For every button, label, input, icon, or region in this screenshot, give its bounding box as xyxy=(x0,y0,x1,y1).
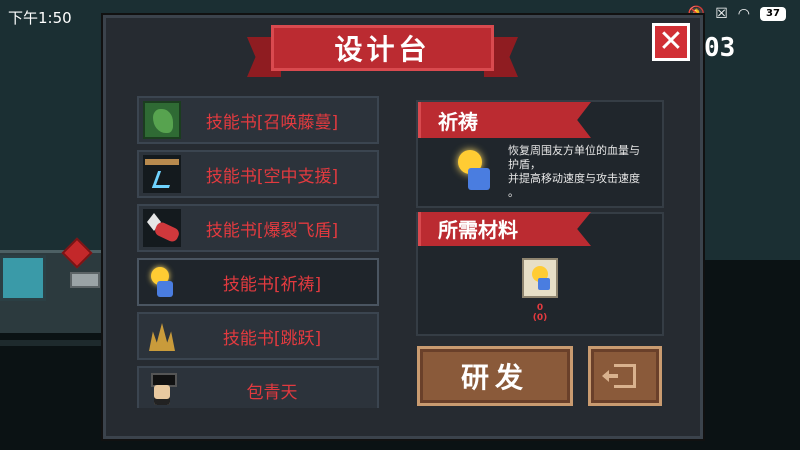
skill-scroll-icon[interactable] xyxy=(522,258,558,298)
title-ribbon: 设计台 xyxy=(247,23,518,77)
flying-shield-icon xyxy=(143,209,181,247)
develop-button[interactable]: 研发 xyxy=(417,346,573,406)
bao-qingtian-icon xyxy=(143,371,181,408)
status-time: 下午1:50 xyxy=(8,9,72,27)
wifi-icon: ◠ xyxy=(737,6,750,22)
background-floor xyxy=(0,340,105,346)
prayer-icon xyxy=(452,148,496,192)
battery-icon: 37 xyxy=(760,7,786,21)
recipe-label: 技能书[祈祷] xyxy=(222,274,322,295)
exit-button[interactable] xyxy=(588,346,662,406)
recipe-label: 技能书[跳跃] xyxy=(222,328,322,349)
close-button[interactable]: ✕ xyxy=(652,23,690,61)
list-item-selected[interactable]: 技能书[祈祷] xyxy=(137,258,379,306)
air-support-icon xyxy=(143,155,181,193)
skill-description: 恢复周围友方单位的血量与 护盾， 并提高移动速度与攻击速度 。 xyxy=(508,144,640,199)
list-item[interactable]: 技能书[召唤藤蔓] xyxy=(137,96,379,144)
vine-icon xyxy=(143,101,181,139)
skill-name: 祈祷 xyxy=(438,110,478,134)
background-hammer-icon xyxy=(70,272,100,288)
recipe-label: 技能书[空中支援] xyxy=(205,166,339,187)
recipe-label: 技能书[爆裂飞盾] xyxy=(205,220,339,241)
dialog-title: 设计台 xyxy=(334,33,431,66)
exit-icon xyxy=(602,364,636,388)
materials-title: 所需材料 xyxy=(438,218,518,242)
close-icon: ✕ xyxy=(658,24,684,59)
resource-counter: 03 xyxy=(704,33,736,63)
no-sim-icon: ☒ xyxy=(715,6,728,22)
list-item[interactable]: 技能书[跳跃] xyxy=(137,312,379,360)
recipe-label: 包青天 xyxy=(246,382,298,403)
jump-icon xyxy=(143,317,181,355)
list-item[interactable]: 包青天 xyxy=(137,366,379,408)
prayer-icon xyxy=(143,263,181,301)
background-monitor xyxy=(0,255,46,301)
recipe-label: 技能书[召唤藤蔓] xyxy=(205,112,339,133)
list-item[interactable]: 技能书[爆裂飞盾] xyxy=(137,204,379,252)
material-count: 0 (0) xyxy=(532,303,548,323)
list-item[interactable]: 技能书[空中支援] xyxy=(137,150,379,198)
recipe-list[interactable]: 技能书[召唤藤蔓] 技能书[空中支援] 技能书[爆裂飞盾] 技能书[祈祷] 技能… xyxy=(137,96,381,408)
